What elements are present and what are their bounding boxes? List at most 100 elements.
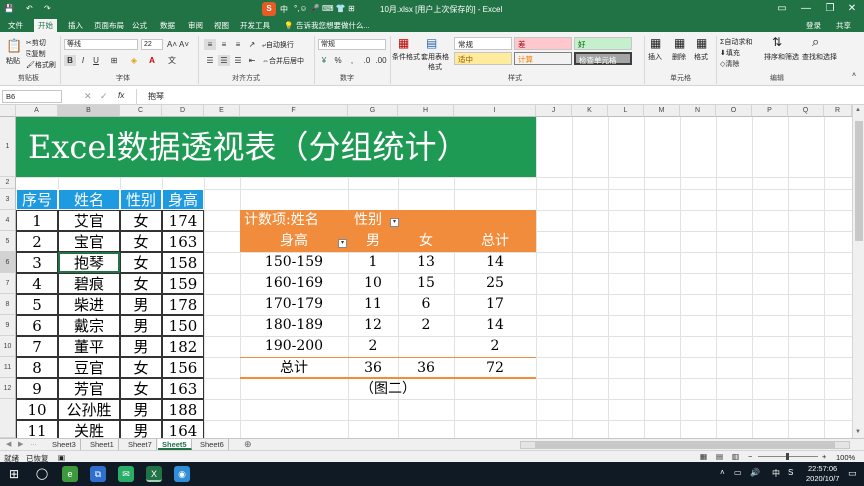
pivot-total-cell[interactable]: 36: [348, 358, 398, 378]
scroll-up-icon[interactable]: ▲: [855, 107, 861, 113]
delete-cells-button[interactable]: 删除: [672, 52, 686, 62]
table-cell[interactable]: 1: [16, 210, 58, 231]
table-cell[interactable]: 156: [162, 357, 204, 378]
table-cell[interactable]: 女: [120, 357, 162, 378]
table-cell[interactable]: 女: [120, 273, 162, 294]
row-header-11[interactable]: 11: [0, 357, 16, 378]
increase-font-icon[interactable]: A˄: [166, 39, 178, 50]
align-left-icon[interactable]: ☰: [204, 55, 216, 66]
table-cell[interactable]: 关胜: [58, 420, 120, 438]
minimize-button[interactable]: —: [794, 2, 818, 16]
pivot-total-cell[interactable]: 72: [454, 358, 536, 378]
currency-icon[interactable]: ¥: [318, 55, 330, 66]
worksheet[interactable]: A B C D E F G H I J K L M N O P Q R 1 2 …: [0, 105, 852, 438]
pivot-cell[interactable]: [398, 336, 454, 357]
col-header-o[interactable]: O: [716, 105, 752, 117]
table-cell[interactable]: 164: [162, 420, 204, 438]
table-cell[interactable]: 男: [120, 315, 162, 336]
align-right-icon[interactable]: ☰: [232, 55, 244, 66]
row-header-3[interactable]: 3: [0, 189, 16, 210]
pivot-cell[interactable]: 10: [348, 273, 398, 294]
app-icon[interactable]: ⧉: [90, 466, 106, 482]
col-header-r[interactable]: R: [824, 105, 852, 117]
style-bad[interactable]: 差: [514, 37, 572, 50]
pivot-row-label[interactable]: 160-169: [240, 273, 348, 294]
share-button[interactable]: 共享: [832, 19, 855, 32]
bold-button[interactable]: B: [64, 55, 76, 66]
pivot-cell[interactable]: 14: [454, 252, 536, 273]
excel-taskbar-icon[interactable]: X: [146, 466, 162, 482]
pivot-col-field[interactable]: 性别: [354, 210, 394, 231]
col-header-h[interactable]: H: [398, 105, 454, 117]
add-sheet-icon[interactable]: ⊕: [244, 439, 252, 450]
table-cell[interactable]: 163: [162, 378, 204, 399]
wechat-icon[interactable]: ✉: [118, 466, 134, 482]
table-cell[interactable]: 174: [162, 210, 204, 231]
page-break-view-icon[interactable]: ▥: [732, 452, 739, 461]
table-cell[interactable]: 公孙胜: [58, 399, 120, 420]
col-header-q[interactable]: Q: [788, 105, 824, 117]
tab-data[interactable]: 数据: [156, 19, 179, 32]
row-header-2[interactable]: 2: [0, 177, 16, 189]
table-cell[interactable]: 豆官: [58, 357, 120, 378]
pivot-row-label[interactable]: 180-189: [240, 315, 348, 336]
normal-view-icon[interactable]: ▦: [700, 452, 707, 461]
tab-file[interactable]: 文件: [4, 19, 27, 32]
table-cell[interactable]: 9: [16, 378, 58, 399]
table-cell[interactable]: 10: [16, 399, 58, 420]
style-calculation[interactable]: 计算: [514, 52, 572, 65]
windows-start-icon[interactable]: ⊞: [6, 466, 22, 482]
pivot-col-header[interactable]: 女: [398, 231, 454, 252]
wrap-text-button[interactable]: ⤶自动换行: [262, 40, 294, 50]
pivot-cell[interactable]: 14: [454, 315, 536, 336]
col-header-l[interactable]: L: [608, 105, 644, 117]
pivot-row-field[interactable]: 身高: [244, 231, 344, 252]
notification-icon[interactable]: ▭: [848, 468, 857, 479]
tell-me-box[interactable]: 告诉我您想要做什么...: [292, 19, 374, 32]
selected-cell-b6[interactable]: 抱琴: [58, 252, 120, 273]
table-cell[interactable]: 男: [120, 420, 162, 438]
select-all-corner[interactable]: [0, 105, 16, 117]
tab-formulas[interactable]: 公式: [128, 19, 151, 32]
fill-color-icon[interactable]: ◈: [128, 55, 140, 66]
collapse-ribbon-icon[interactable]: ˄: [852, 72, 856, 79]
pivot-total-cell[interactable]: 36: [398, 358, 454, 378]
table-cell[interactable]: 碧痕: [58, 273, 120, 294]
format-cells-button[interactable]: 格式: [694, 52, 708, 62]
recorder-icon[interactable]: ◉: [174, 466, 190, 482]
col-header-i[interactable]: I: [454, 105, 536, 117]
enter-icon[interactable]: ✓: [100, 91, 108, 102]
table-cell[interactable]: 163: [162, 231, 204, 252]
header-name[interactable]: 姓名: [58, 189, 120, 210]
tab-view[interactable]: 视图: [210, 19, 233, 32]
tab-review[interactable]: 审阅: [184, 19, 207, 32]
name-box[interactable]: B6: [2, 90, 62, 103]
col-header-g[interactable]: G: [348, 105, 398, 117]
row-header-9[interactable]: 9: [0, 315, 16, 336]
zoom-out-icon[interactable]: −: [748, 452, 752, 461]
font-size-select[interactable]: 22: [141, 39, 163, 50]
border-icon[interactable]: ⊞: [108, 55, 120, 66]
filter-dropdown-icon[interactable]: ▾: [390, 218, 399, 227]
sogou-ime-icon[interactable]: S: [262, 2, 276, 16]
filter-dropdown-icon[interactable]: ▾: [338, 239, 347, 248]
percent-icon[interactable]: %: [332, 55, 344, 66]
header-index[interactable]: 序号: [16, 189, 58, 210]
table-cell[interactable]: 芳官: [58, 378, 120, 399]
align-middle-icon[interactable]: ≡: [218, 39, 230, 50]
pivot-col-header[interactable]: 总计: [454, 231, 536, 252]
row-header-12[interactable]: 12: [0, 378, 16, 399]
redo-icon[interactable]: ↷: [44, 4, 51, 13]
number-format-select[interactable]: 常规: [318, 39, 386, 50]
pivot-cell[interactable]: 11: [348, 294, 398, 315]
tab-insert[interactable]: 插入: [64, 19, 87, 32]
style-check-cell[interactable]: 检查单元格: [574, 52, 632, 65]
horizontal-scrollbar[interactable]: [520, 441, 850, 449]
col-header-k[interactable]: K: [572, 105, 608, 117]
style-normal[interactable]: 常规: [454, 37, 512, 50]
clear-button[interactable]: ◇清除: [720, 59, 739, 69]
zoom-slider-handle[interactable]: [786, 453, 789, 460]
align-bottom-icon[interactable]: ≡: [232, 39, 244, 50]
table-cell[interactable]: 150: [162, 315, 204, 336]
pivot-cell[interactable]: 1: [348, 252, 398, 273]
